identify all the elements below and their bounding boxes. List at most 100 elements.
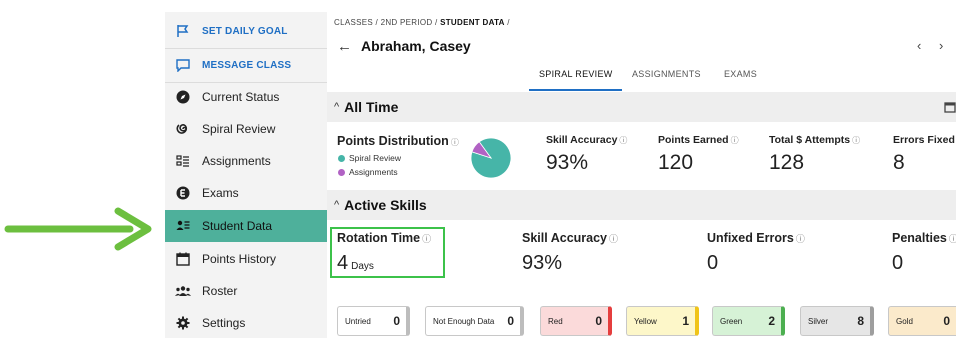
breadcrumb-separator: / bbox=[507, 18, 510, 27]
breadcrumb-separator: / bbox=[375, 18, 379, 27]
calendar-icon[interactable] bbox=[944, 101, 956, 113]
stat-label: Total $ Attempts ⓘ bbox=[769, 134, 861, 146]
stat-value: 93% bbox=[522, 252, 563, 274]
sidebar-item-assignments[interactable]: Assignments bbox=[165, 145, 327, 177]
chevron-up-icon: ^ bbox=[334, 101, 340, 113]
flag-icon bbox=[175, 23, 191, 39]
chip-label: Red bbox=[548, 316, 563, 326]
points-distribution-pie bbox=[470, 137, 512, 179]
sidebar: SET DAILY GOAL MESSAGE CLASS Current Sta… bbox=[165, 12, 327, 338]
sidebar-item-label: Points History bbox=[202, 252, 277, 266]
calendar-icon bbox=[175, 251, 191, 267]
active-tab-indicator bbox=[529, 89, 622, 91]
set-daily-goal-label: SET DAILY GOAL bbox=[202, 25, 288, 37]
chip-gold[interactable]: Gold 0 bbox=[888, 306, 956, 336]
chip-count: 0 bbox=[393, 314, 400, 328]
sidebar-item-points-history[interactable]: Points History bbox=[165, 243, 327, 275]
chip-label: Silver bbox=[808, 316, 829, 326]
legend-label: Spiral Review bbox=[349, 153, 401, 163]
legend-spiral-review: Spiral Review bbox=[338, 153, 401, 163]
help-icon[interactable]: ⓘ bbox=[422, 234, 431, 244]
help-icon[interactable]: ⓘ bbox=[852, 136, 860, 145]
chip-count: 2 bbox=[768, 314, 775, 328]
set-daily-goal-button[interactable]: SET DAILY GOAL bbox=[165, 15, 327, 47]
stat-label: Skill Accuracy ⓘ bbox=[546, 134, 628, 146]
tab-exams[interactable]: EXAMS bbox=[724, 69, 757, 79]
chip-count: 0 bbox=[943, 314, 950, 328]
stat-value: 0 bbox=[892, 252, 904, 274]
breadcrumb-classes[interactable]: CLASSES bbox=[334, 18, 373, 27]
chip-green[interactable]: Green 2 bbox=[712, 306, 785, 336]
chip-silver[interactable]: Silver 8 bbox=[800, 306, 874, 336]
help-icon[interactable]: ⓘ bbox=[731, 136, 739, 145]
rotation-time-value: 4 Days bbox=[337, 252, 374, 274]
help-icon[interactable]: ⓘ bbox=[609, 234, 618, 244]
roster-icon bbox=[175, 283, 191, 299]
chip-count: 8 bbox=[857, 314, 864, 328]
section-title: All Time bbox=[344, 99, 399, 115]
sidebar-item-settings[interactable]: Settings bbox=[165, 307, 327, 338]
sidebar-item-label: Assignments bbox=[202, 154, 271, 168]
sidebar-item-label: Exams bbox=[202, 186, 239, 200]
sidebar-item-student-data[interactable]: Student Data bbox=[165, 210, 327, 242]
legend-swatch bbox=[338, 168, 345, 176]
breadcrumb-current: STUDENT DATA bbox=[440, 18, 505, 27]
chip-label: Not Enough Data bbox=[433, 316, 495, 326]
sidebar-item-label: Spiral Review bbox=[202, 122, 276, 136]
chevron-left-icon[interactable]: ‹ bbox=[917, 38, 921, 53]
legend-assignments: Assignments bbox=[338, 167, 398, 177]
sidebar-item-label: Roster bbox=[202, 284, 238, 298]
points-distribution-label: Points Distribution ⓘ bbox=[337, 134, 459, 148]
chip-yellow[interactable]: Yellow 1 bbox=[626, 306, 699, 336]
chip-count: 1 bbox=[682, 314, 689, 328]
message-icon bbox=[175, 57, 191, 73]
page-title: Abraham, Casey bbox=[361, 38, 471, 54]
all-time-header[interactable]: ^ All Time bbox=[327, 92, 956, 122]
main-content: CLASSES / 2ND PERIOD / STUDENT DATA / ← … bbox=[327, 0, 956, 338]
annotation-arrow-icon bbox=[4, 207, 152, 251]
chip-red[interactable]: Red 0 bbox=[540, 306, 612, 336]
stat-label: Unfixed Errors ⓘ bbox=[707, 231, 805, 245]
message-class-button[interactable]: MESSAGE CLASS bbox=[165, 49, 327, 81]
chip-label: Gold bbox=[896, 316, 913, 326]
sidebar-item-label: Settings bbox=[202, 316, 246, 330]
chip-count: 0 bbox=[507, 314, 514, 328]
chip-not-enough-data[interactable]: Not Enough Data 0 bbox=[425, 306, 524, 336]
sidebar-item-spiral-review[interactable]: Spiral Review bbox=[165, 113, 327, 145]
tab-assignments[interactable]: ASSIGNMENTS bbox=[632, 69, 701, 79]
message-class-label: MESSAGE CLASS bbox=[202, 59, 292, 71]
tab-bar: SPIRAL REVIEW ASSIGNMENTS EXAMS bbox=[327, 62, 956, 92]
chip-count: 0 bbox=[595, 314, 602, 328]
chip-untried[interactable]: Untried 0 bbox=[337, 306, 410, 336]
chip-label: Untried bbox=[345, 316, 371, 326]
stat-value: 0 bbox=[707, 252, 719, 274]
spiral-icon bbox=[175, 121, 191, 137]
stat-value: 128 bbox=[769, 151, 805, 174]
stat-value: 120 bbox=[658, 151, 694, 174]
rotation-time-label: Rotation Time ⓘ bbox=[337, 231, 432, 245]
breadcrumb-period[interactable]: 2ND PERIOD bbox=[381, 18, 433, 27]
chevron-right-icon[interactable]: › bbox=[939, 38, 943, 53]
gear-icon bbox=[175, 315, 191, 331]
assignments-icon bbox=[175, 153, 191, 169]
active-skills-header[interactable]: ^ Active Skills bbox=[327, 190, 956, 220]
stat-value: 93% bbox=[546, 151, 589, 174]
chip-label: Green bbox=[720, 316, 743, 326]
breadcrumb: CLASSES / 2ND PERIOD / STUDENT DATA / bbox=[334, 18, 510, 27]
compass-icon bbox=[175, 89, 191, 105]
sidebar-item-label: Current Status bbox=[202, 90, 280, 104]
stat-label: Points Earned ⓘ bbox=[658, 134, 739, 146]
student-data-icon bbox=[175, 218, 191, 234]
help-icon[interactable]: ⓘ bbox=[451, 138, 459, 147]
legend-label: Assignments bbox=[349, 167, 398, 177]
sidebar-item-exams[interactable]: Exams bbox=[165, 177, 327, 209]
help-icon[interactable]: ⓘ bbox=[619, 136, 627, 145]
stat-label: Penalties ⓘ bbox=[892, 231, 956, 245]
help-icon[interactable]: ⓘ bbox=[796, 234, 805, 244]
tab-spiral-review[interactable]: SPIRAL REVIEW bbox=[539, 69, 613, 79]
back-arrow-icon[interactable]: ← bbox=[337, 38, 352, 55]
sidebar-item-roster[interactable]: Roster bbox=[165, 275, 327, 307]
help-icon[interactable]: ⓘ bbox=[949, 234, 956, 244]
section-title: Active Skills bbox=[344, 197, 427, 213]
sidebar-item-current-status[interactable]: Current Status bbox=[165, 81, 327, 113]
